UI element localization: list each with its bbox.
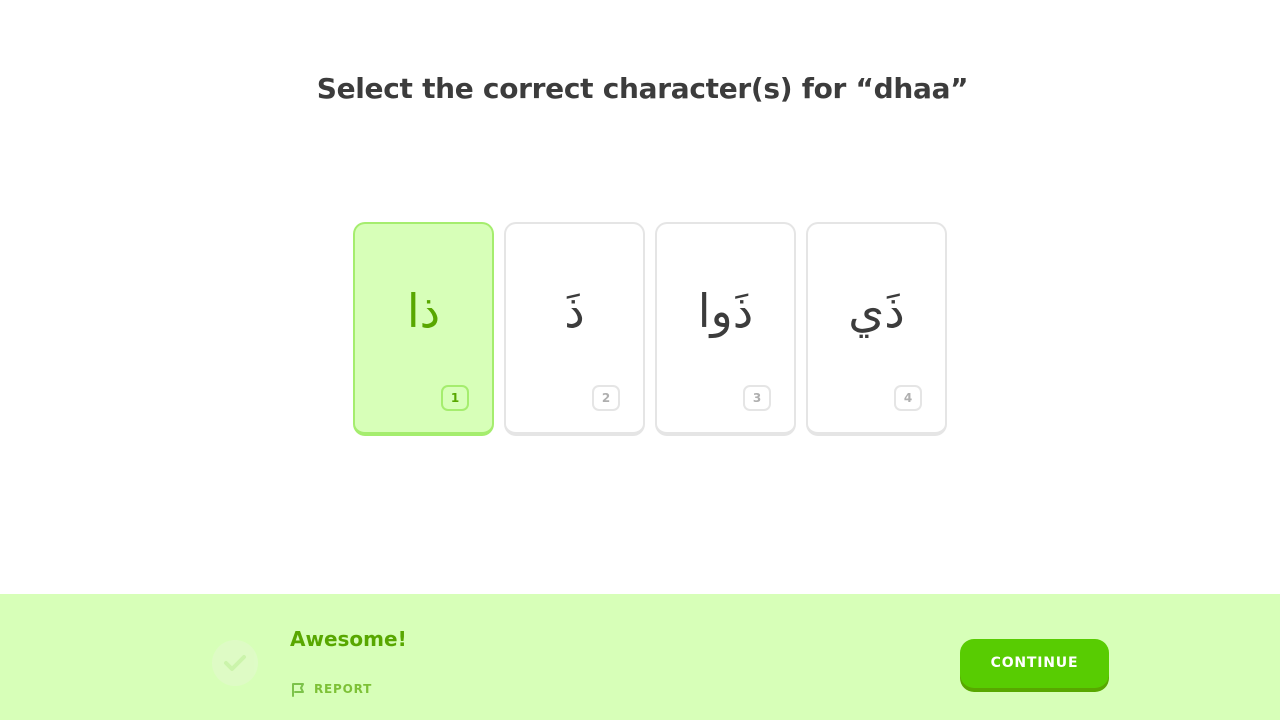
question-prompt: Select the correct character(s) for “dha… <box>316 72 969 105</box>
continue-button[interactable]: CONTINUE <box>960 639 1109 688</box>
checkmark-icon <box>212 640 258 686</box>
feedback-message: Awesome! <box>290 627 407 651</box>
checkmark-glyph <box>224 655 246 671</box>
report-label: REPORT <box>314 682 373 696</box>
choice-key-badge: 2 <box>592 385 620 411</box>
choice-card-1[interactable]: ذا 1 <box>353 222 494 436</box>
choice-grid: ذا 1 ذَ 2 ذَوا 3 ذَي 4 <box>353 222 950 440</box>
choice-card-3[interactable]: ذَوا 3 <box>655 222 796 436</box>
choice-key-badge: 1 <box>441 385 469 411</box>
choice-glyph: ذا <box>406 284 441 338</box>
choice-glyph: ذَوا <box>697 284 754 338</box>
lesson-screen: Select the correct character(s) for “dha… <box>0 0 1280 720</box>
choice-key-badge: 4 <box>894 385 922 411</box>
choice-card-2[interactable]: ذَ 2 <box>504 222 645 436</box>
choice-card-4[interactable]: ذَي 4 <box>806 222 947 436</box>
choice-glyph: ذَي <box>848 284 905 338</box>
report-button[interactable]: REPORT <box>290 680 372 698</box>
flag-icon <box>292 683 304 697</box>
choice-glyph: ذَ <box>564 284 585 338</box>
choice-key-badge: 3 <box>743 385 771 411</box>
